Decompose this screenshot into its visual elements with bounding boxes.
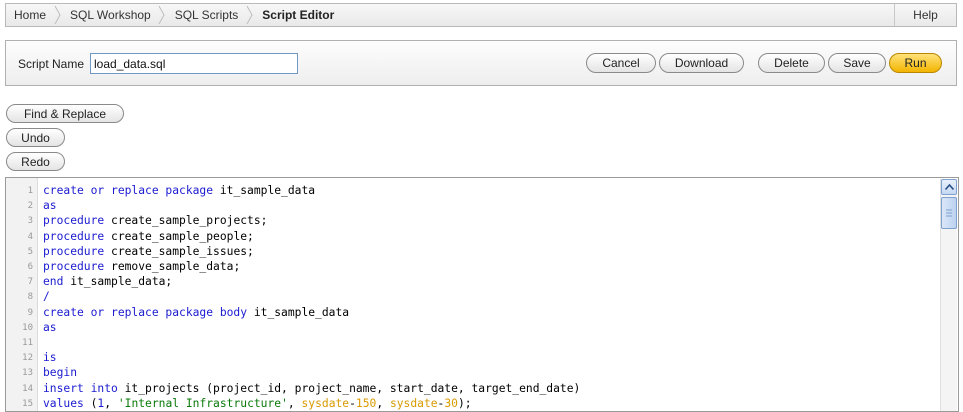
code-token: ( [83, 396, 98, 410]
chevron-right-icon [52, 4, 62, 26]
code-token: procedure [43, 244, 105, 258]
code-token: values [43, 396, 84, 410]
script-name-panel: Script Name Cancel Download Delete Save … [5, 40, 957, 86]
breadcrumb-sql-scripts[interactable]: SQL Scripts [167, 4, 245, 26]
line-number: 12 [22, 353, 33, 364]
breadcrumb: Home SQL Workshop SQL Scripts Script Edi… [5, 3, 957, 27]
line-number: 14 [22, 383, 33, 394]
breadcrumb-sql-workshop[interactable]: SQL Workshop [62, 4, 157, 26]
save-button[interactable]: Save [828, 53, 886, 73]
line-number: 5 [27, 246, 33, 257]
code-token: it_sample_data; [63, 275, 173, 289]
code-token: create_sample_projects; [104, 214, 268, 228]
code-editor[interactable]: 1 2 3 4 5 6 7 8 9 10 11 12 13 14 15 create or replace … [5, 177, 959, 412]
code-token: , [287, 396, 302, 410]
line-number: 4 [27, 231, 33, 242]
code-token: / [43, 290, 50, 304]
code-line: end it_sample_data; [43, 274, 172, 289]
line-number: 11 [22, 338, 33, 348]
line-number-gutter: 1 2 3 4 5 6 7 8 9 10 11 12 13 14 15 [6, 178, 38, 411]
download-button[interactable]: Download [659, 53, 744, 73]
code-token: , [376, 396, 390, 410]
code-token: 30 [444, 396, 458, 410]
code-token: end [43, 275, 64, 289]
code-line: procedure remove_sample_data; [43, 259, 240, 274]
code-token: it_sample_data [213, 184, 316, 197]
code-token: as [43, 199, 57, 213]
line-number: 1 [27, 186, 33, 196]
code-token: - [349, 396, 356, 410]
code-token: sysdate [301, 396, 350, 410]
code-token: begin [43, 366, 78, 380]
line-number: 3 [27, 216, 33, 227]
redo-button[interactable]: Redo [6, 152, 65, 171]
code-token: 'Internal Infrastructure' [117, 396, 288, 410]
breadcrumb-script-editor: Script Editor [262, 8, 335, 22]
code-token: remove_sample_data; [104, 260, 241, 273]
code-token: create or replace package [43, 184, 214, 197]
code-line: is [43, 350, 57, 365]
code-line: begin [43, 365, 77, 380]
code-token: create or replace package body [43, 305, 248, 319]
code-token: is [43, 351, 57, 365]
code-token: , [104, 396, 118, 410]
code-line: create or replace package it_sample_data [43, 183, 315, 198]
line-number: 9 [27, 307, 33, 318]
line-number: 13 [22, 368, 33, 379]
line-number: 10 [22, 322, 33, 333]
help-link[interactable]: Help [894, 4, 956, 26]
line-number: 6 [27, 262, 33, 272]
code-token: ); [457, 396, 472, 410]
script-name-input[interactable] [90, 53, 298, 74]
scroll-up-arrow-icon[interactable] [941, 179, 957, 195]
code-line: values (1, 'Internal Infrastructure', sy… [43, 396, 472, 411]
code-token: create_sample_people; [104, 229, 254, 243]
code-line: create or replace package body it_sample… [43, 305, 349, 320]
code-token: 150 [355, 396, 377, 410]
code-token: sysdate [389, 396, 438, 410]
cancel-button[interactable]: Cancel [586, 53, 656, 73]
code-token: it_sample_data [247, 305, 350, 319]
chevron-right-icon [157, 4, 167, 26]
line-number: 15 [22, 398, 33, 409]
code-line: procedure create_sample_projects; [43, 213, 267, 228]
chevron-right-icon [244, 4, 254, 26]
code-token: procedure [43, 260, 105, 273]
breadcrumb-home[interactable]: Home [6, 4, 52, 26]
code-line: procedure create_sample_people; [43, 229, 254, 244]
script-name-label: Script Name [18, 57, 85, 71]
line-number: 7 [27, 277, 33, 288]
code-token: insert into [43, 381, 118, 395]
code-line: / [43, 289, 50, 304]
line-number: 8 [27, 292, 33, 303]
scrollbar-thumb[interactable] [941, 197, 957, 229]
code-token: procedure [43, 214, 105, 228]
run-button[interactable]: Run [889, 53, 942, 73]
code-token: procedure [43, 229, 105, 243]
code-token: as [43, 320, 57, 334]
find-replace-button[interactable]: Find & Replace [6, 104, 124, 123]
code-token: create_sample_issues; [104, 244, 254, 258]
line-number: 2 [27, 201, 33, 212]
code-line: insert into it_projects (project_id, pro… [43, 381, 580, 396]
code-token: it_projects (project_id, project_name, s… [117, 381, 581, 395]
code-line: as [43, 198, 57, 213]
code-line: as [43, 320, 57, 335]
undo-button[interactable]: Undo [6, 128, 65, 147]
vertical-scrollbar[interactable] [940, 179, 957, 411]
code-line: procedure create_sample_issues; [43, 244, 254, 259]
delete-button[interactable]: Delete [758, 53, 825, 73]
